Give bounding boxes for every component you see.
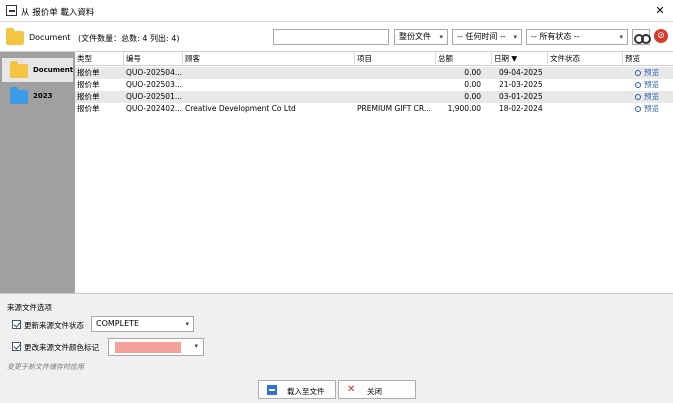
document-table: 类型 编号 顾客 项目 总额 日期 ▼ 文件状态 预览 报价单 QUO-2025… [75, 52, 673, 293]
table-row[interactable]: 报价单 QUO-202504... 0.00 09-04-2025 预览 [75, 67, 673, 79]
update-status-checkbox[interactable] [12, 320, 21, 329]
cell-type: 报价单 [77, 80, 100, 89]
color-swatch [115, 342, 181, 353]
cell-status [550, 79, 620, 91]
chevron-down-icon: ▾ [513, 33, 517, 41]
toolbar: Document (文件数量：总数: 4 列出: 4) 整份文件 ▾ -- 任何… [0, 22, 673, 52]
load-icon [267, 385, 277, 395]
chevron-down-icon: ▾ [439, 33, 443, 41]
cell-amount: 1,900.00 [447, 104, 481, 113]
window-title: 从 报价单 載入資料 [21, 8, 95, 18]
time-filter-value: -- 任何时间 -- [457, 32, 506, 41]
magnifier-icon [635, 82, 641, 88]
table-row[interactable]: 报价单 QUO-202503... 0.00 21-03-2025 预览 [75, 79, 673, 91]
cell-customer [185, 67, 353, 79]
source-options-panel: 来源文件选项 更新来源文件状态 COMPLETE ▾ 更改来源文件颜色标记 ▾ … [0, 293, 673, 403]
status-filter-value: -- 所有状态 -- [531, 32, 580, 41]
clear-filter-icon[interactable]: ⊘ [654, 29, 668, 43]
column-header-type[interactable]: 类型 [75, 52, 124, 66]
cell-number: QUO-202402... [126, 104, 182, 113]
cell-customer [185, 79, 353, 91]
cell-number: QUO-202504... [126, 68, 182, 77]
magnifier-icon [635, 70, 641, 76]
cell-status [550, 103, 620, 115]
folder-sidebar: Document 2023 [0, 52, 75, 293]
cell-project [357, 79, 435, 91]
column-header-date[interactable]: 日期 ▼ [492, 52, 548, 66]
cell-amount: 0.00 [464, 92, 481, 101]
change-color-checkbox[interactable] [12, 342, 21, 351]
cell-type: 报价单 [77, 68, 100, 77]
title-bar: 从 报价单 載入資料 ✕ [0, 0, 673, 22]
folder-icon [10, 61, 28, 78]
column-header-preview[interactable]: 预览 [623, 52, 673, 66]
cell-amount: 0.00 [464, 68, 481, 77]
cell-date: 21-03-2025 [499, 80, 543, 89]
preview-link[interactable]: 预览 [635, 91, 659, 103]
cell-project [357, 67, 435, 79]
preview-link[interactable]: 预览 [635, 67, 659, 79]
preview-link[interactable]: 预览 [635, 79, 659, 91]
cell-customer [185, 91, 353, 103]
column-header-project[interactable]: 项目 [355, 52, 436, 66]
chevron-down-icon: ▾ [619, 33, 623, 41]
cell-amount: 0.00 [464, 80, 481, 89]
time-filter-dropdown[interactable]: -- 任何时间 -- ▾ [452, 29, 522, 45]
table-header: 类型 编号 顾客 项目 总额 日期 ▼ 文件状态 预览 [75, 52, 673, 66]
cell-status [550, 91, 620, 103]
magnifier-icon [635, 106, 641, 112]
folder-icon [10, 87, 28, 104]
options-title: 来源文件选项 [7, 303, 52, 312]
table-row[interactable]: 报价单 QUO-202402... Creative Development C… [75, 103, 673, 115]
cell-number: QUO-202503... [126, 80, 182, 89]
options-note: 变更于新文件储存时应用 [7, 363, 84, 371]
table-row[interactable]: 报价单 QUO-202501... 0.00 03-01-2025 预览 [75, 91, 673, 103]
column-header-number[interactable]: 编号 [124, 52, 183, 66]
cell-number: QUO-202501... [126, 92, 182, 101]
folder-icon [6, 28, 24, 45]
cell-customer: Creative Development Co Ltd [185, 104, 296, 113]
sidebar-item-2023[interactable]: 2023 [2, 84, 73, 108]
type-filter-dropdown[interactable]: 整份文件 ▾ [394, 29, 448, 45]
cell-date: 03-01-2025 [499, 92, 543, 101]
window-close-button[interactable]: ✕ [647, 0, 673, 22]
sidebar-item-label: Document [33, 66, 74, 74]
cell-project [357, 91, 435, 103]
search-input[interactable] [273, 29, 389, 45]
type-filter-value: 整份文件 [399, 32, 431, 41]
column-header-status[interactable]: 文件状态 [548, 52, 623, 66]
document-count: (文件数量：总数: 4 列出: 4) [78, 34, 180, 43]
cell-type: 报价单 [77, 104, 100, 113]
close-icon: ✕ [347, 384, 356, 395]
current-folder-label: Document [29, 33, 71, 42]
load-to-document-button[interactable]: 载入至文件 [258, 380, 336, 399]
status-dropdown[interactable]: COMPLETE ▾ [91, 316, 194, 332]
window-app-icon [6, 5, 17, 16]
preview-link[interactable]: 预览 [635, 103, 659, 115]
close-button[interactable]: ✕ 关闭 [338, 380, 416, 399]
status-filter-dropdown[interactable]: -- 所有状态 -- ▾ [526, 29, 628, 45]
column-header-customer[interactable]: 顾客 [183, 52, 355, 66]
search-binoculars-icon[interactable] [632, 29, 651, 45]
cell-date: 09-04-2025 [499, 68, 543, 77]
column-header-amount[interactable]: 总额 [436, 52, 492, 66]
cell-project: PREMIUM GIFT CR... [357, 104, 432, 113]
status-dropdown-value: COMPLETE [96, 319, 140, 328]
cell-type: 报价单 [77, 92, 100, 101]
magnifier-icon [635, 94, 641, 100]
change-color-label: 更改来源文件颜色标记 [24, 343, 99, 352]
update-status-label: 更新来源文件状态 [24, 321, 84, 330]
chevron-down-icon: ▾ [194, 342, 198, 350]
sidebar-item-label: 2023 [33, 92, 53, 100]
chevron-down-icon: ▾ [185, 320, 189, 328]
color-dropdown[interactable]: ▾ [108, 338, 204, 356]
cell-status [550, 67, 620, 79]
sidebar-item-document[interactable]: Document [2, 58, 73, 82]
cell-date: 18-02-2024 [499, 104, 543, 113]
